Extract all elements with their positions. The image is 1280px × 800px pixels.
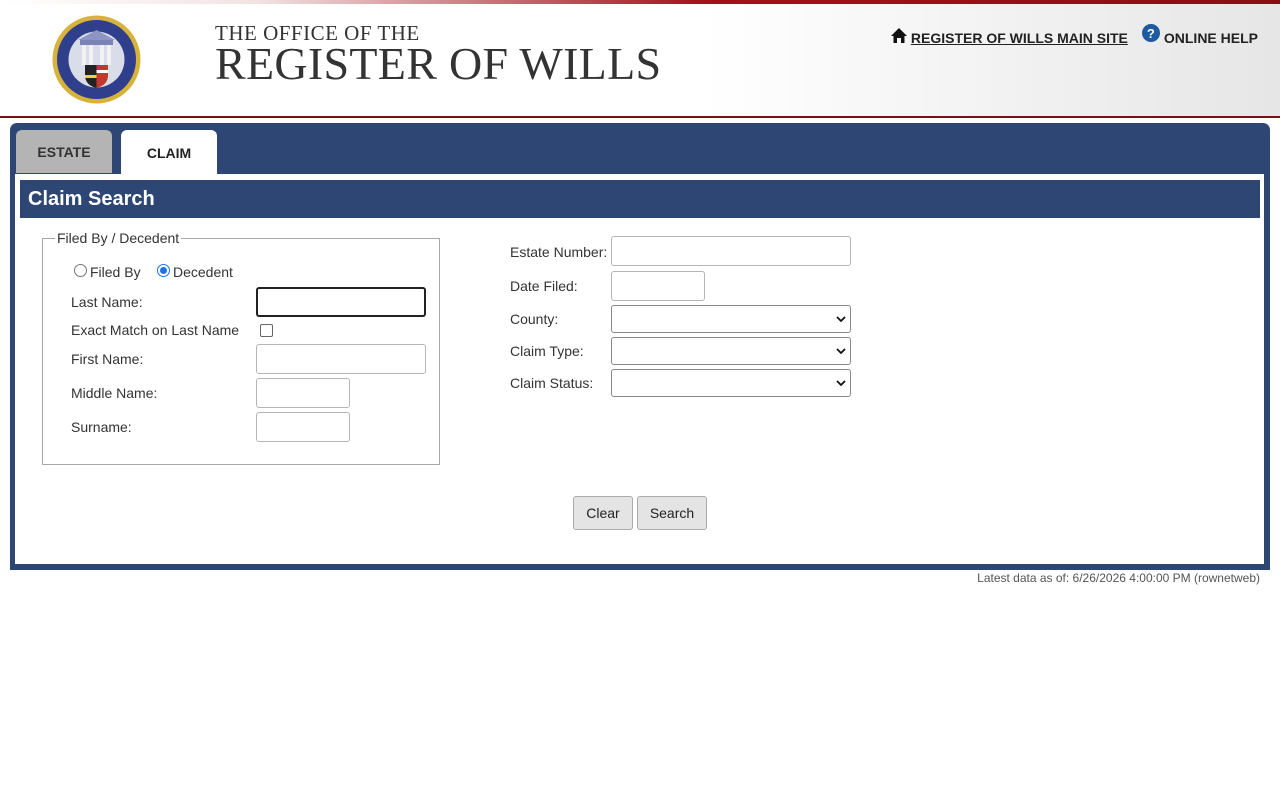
first-name-input[interactable] [256,344,426,374]
chevron-down-icon [836,348,846,355]
middle-name-label: Middle Name: [71,385,158,401]
surname-label: Surname: [71,419,132,435]
latest-data-note: Latest data as of: 6/26/2026 4:00:00 PM … [977,571,1260,585]
tab-estate[interactable]: ESTATE [16,130,112,173]
last-name-label: Last Name: [71,294,143,310]
header-top-stripe [0,0,1280,4]
filed-by-radio-label: Filed By [90,264,141,280]
decedent-radio[interactable] [157,264,170,277]
date-filed-input[interactable] [611,271,705,301]
decedent-radio-label: Decedent [173,264,233,280]
chevron-down-icon [836,316,846,323]
chevron-down-icon [836,380,846,387]
claim-type-label: Claim Type: [510,343,584,359]
date-filed-label: Date Filed: [510,278,578,294]
filed-by-decedent-legend: Filed By / Decedent [57,230,180,246]
county-select[interactable] [611,305,851,333]
main-site-link[interactable]: REGISTER OF WILLS MAIN SITE [890,28,1128,46]
home-icon [890,28,907,43]
site-header: THE OFFICE OF THE REGISTER OF WILLS REGI… [0,0,1280,118]
last-name-input[interactable] [256,287,426,317]
surname-input[interactable] [256,412,350,442]
tab-claim[interactable]: CLAIM [121,130,217,176]
claim-search-content: Claim Search Filed By / Decedent Filed B… [15,174,1264,564]
section-title: Claim Search [20,180,1260,218]
claim-status-label: Claim Status: [510,375,594,391]
exact-match-label: Exact Match on Last Name [71,322,240,338]
site-title: THE OFFICE OF THE REGISTER OF WILLS [215,22,662,89]
main-site-link-label: REGISTER OF WILLS MAIN SITE [910,30,1128,46]
clear-button[interactable]: Clear [573,496,633,530]
estate-number-label: Estate Number: [510,244,608,260]
search-panel: ESTATE CLAIM Claim Search Filed By / Dec… [10,123,1270,570]
search-button[interactable]: Search [637,496,707,530]
first-name-label: First Name: [71,351,144,367]
online-help-label: ONLINE HELP [1163,30,1258,46]
claim-type-select[interactable] [611,337,851,365]
county-label: County: [510,311,559,327]
middle-name-input[interactable] [256,378,350,408]
exact-match-checkbox[interactable] [260,324,273,337]
claim-status-select[interactable] [611,369,851,397]
header-links: REGISTER OF WILLS MAIN SITE ? ONLINE HEL… [890,24,1258,46]
online-help-link[interactable]: ? ONLINE HELP [1141,24,1258,46]
site-title-large: REGISTER OF WILLS [215,38,662,89]
filed-by-radio[interactable] [74,264,87,277]
estate-number-input[interactable] [611,236,851,266]
help-icon: ? [1141,24,1160,42]
register-of-wills-seal [52,15,141,104]
